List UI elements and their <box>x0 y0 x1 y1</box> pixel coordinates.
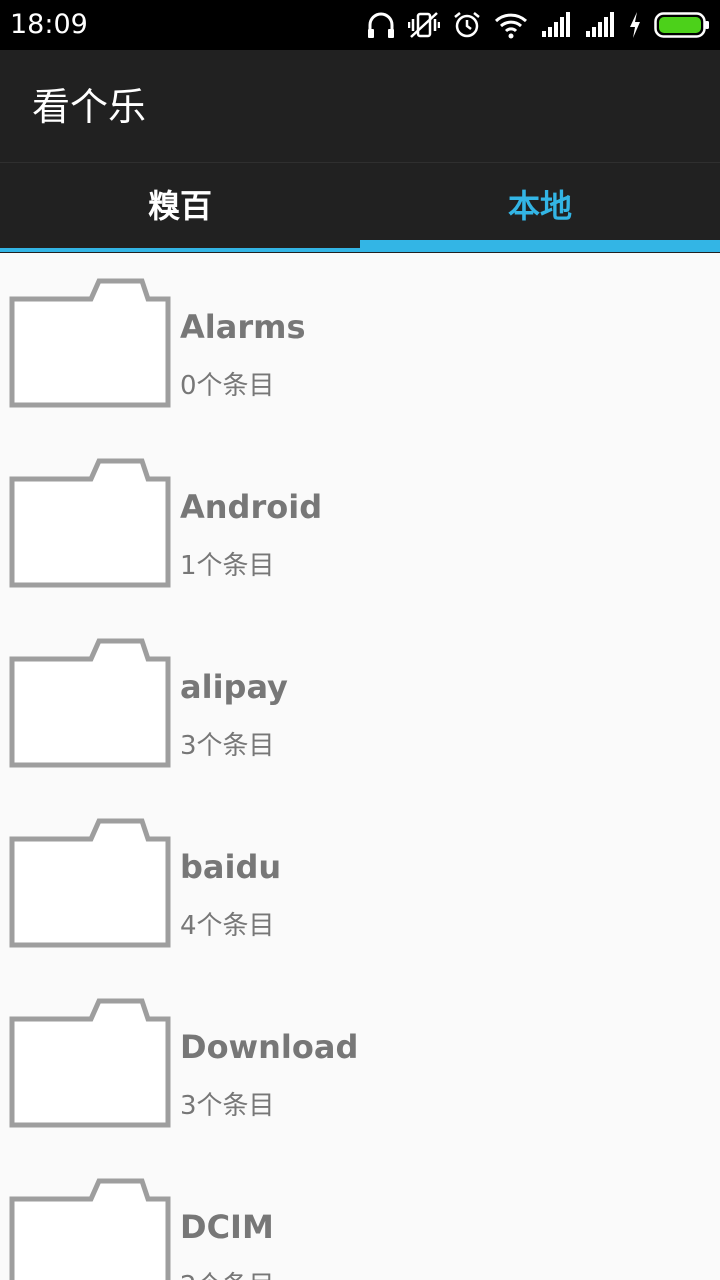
folder-name: Alarms <box>180 308 306 346</box>
alarm-icon <box>452 10 482 40</box>
folder-item-count: 3个条目 <box>180 1091 275 1121</box>
vibrate-off-icon <box>408 10 440 40</box>
folder-item-count: 0个条目 <box>180 371 275 401</box>
folder-name: alipay <box>180 668 288 706</box>
signal-icon <box>584 11 616 39</box>
charging-icon <box>628 11 642 39</box>
folder-icon <box>9 818 171 948</box>
folder-icon <box>9 1178 171 1280</box>
folder-icon <box>9 998 171 1128</box>
wifi-icon <box>494 11 528 39</box>
folder-name: baidu <box>180 848 282 886</box>
battery-icon <box>654 12 710 38</box>
folder-name: Android <box>180 488 323 526</box>
folder-row[interactable]: baidu 4个条目 <box>0 793 720 973</box>
folder-item-count: 1个条目 <box>180 551 275 581</box>
folder-row[interactable]: Alarms 0个条目 <box>0 253 720 433</box>
app-title: 看个乐 <box>32 85 147 129</box>
status-time: 18:09 <box>10 9 88 40</box>
folder-icon <box>9 458 171 588</box>
folder-item-count: 3个条目 <box>180 731 275 761</box>
signal-icon <box>540 11 572 39</box>
folder-row[interactable]: Android 1个条目 <box>0 433 720 613</box>
status-icons <box>366 9 710 41</box>
status-bar: 18:09 <box>0 0 720 50</box>
tab-selected-indicator <box>360 240 720 252</box>
tab-qiubai[interactable]: 糗百 <box>0 163 360 253</box>
folder-name: Download <box>180 1028 359 1066</box>
folder-icon <box>9 638 171 768</box>
headphones-icon <box>366 10 396 40</box>
folder-item-count: 2个条目 <box>180 1268 275 1280</box>
folder-name: DCIM <box>180 1208 274 1246</box>
folder-row[interactable]: Download 3个条目 <box>0 973 720 1153</box>
folder-list[interactable]: Alarms 0个条目 Android 1个条目 alipay 3个条目 bai… <box>0 253 720 1280</box>
app-bar: 看个乐 <box>0 50 720 163</box>
folder-row[interactable]: DCIM 2个条目 <box>0 1153 720 1280</box>
folder-item-count: 4个条目 <box>180 911 275 941</box>
folder-row[interactable]: alipay 3个条目 <box>0 613 720 793</box>
folder-icon <box>9 278 171 408</box>
